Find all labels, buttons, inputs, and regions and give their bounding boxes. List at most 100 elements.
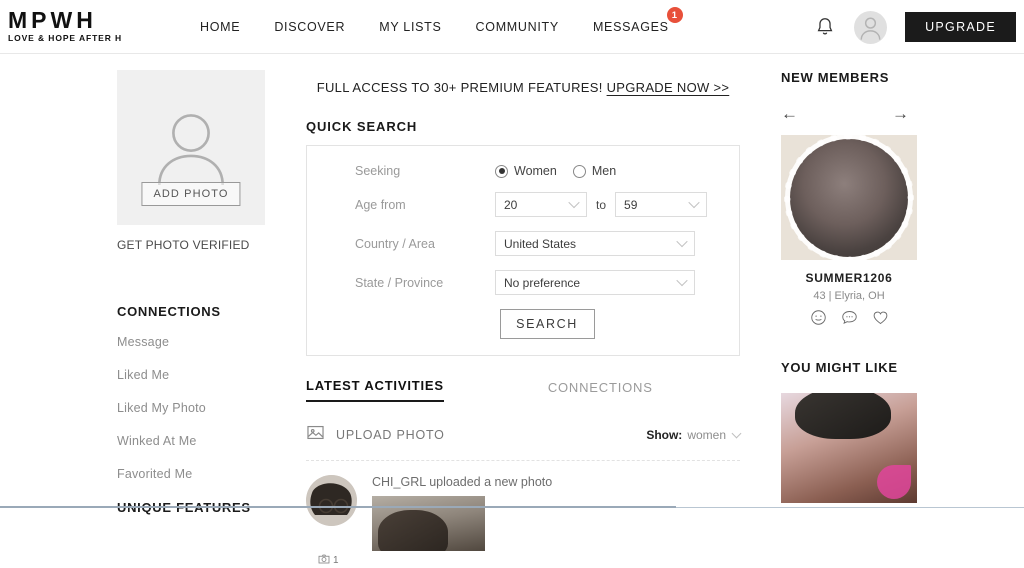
sidebar-item-favorited-me[interactable]: Favorited Me	[117, 467, 265, 481]
suggested-member-photo[interactable]	[781, 393, 917, 503]
age-to-select[interactable]: 59	[615, 192, 708, 217]
nav-label: HOME	[200, 20, 241, 34]
sidebar-item-liked-my-photo[interactable]: Liked My Photo	[117, 401, 265, 415]
upload-photo-button[interactable]: UPLOAD PHOTO	[306, 423, 445, 447]
profile-photo-placeholder[interactable]: ADD PHOTO	[117, 70, 265, 225]
activity-body: CHI_GRL uploaded a new photo	[372, 475, 740, 551]
nav-item-my-lists[interactable]: MY LISTS	[379, 20, 441, 34]
site-logo[interactable]: MPWH LOVE & HOPE AFTER H	[8, 8, 122, 43]
nav-label: MESSAGES	[592, 20, 669, 34]
activity-text[interactable]: CHI_GRL uploaded a new photo	[372, 475, 740, 489]
page-body: ADD PHOTO GET PHOTO VERIFIED CONNECTIONS…	[0, 54, 1024, 566]
feed-tabs: LATEST ACTIVITIES CONNECTIONS	[306, 378, 740, 402]
connections-list: Message Liked Me Liked My Photo Winked A…	[117, 335, 265, 481]
age-from-label: Age from	[355, 197, 406, 212]
nav-item-discover[interactable]: DISCOVER	[274, 20, 345, 34]
activity-item: 1 CHI_GRL uploaded a new photo	[306, 475, 740, 566]
tab-latest-activities[interactable]: LATEST ACTIVITIES	[306, 378, 444, 402]
age-row: Age from 20 to 59	[307, 192, 739, 217]
user-avatar-icon	[860, 17, 881, 40]
nav-item-home[interactable]: HOME	[200, 20, 240, 34]
upload-row: UPLOAD PHOTO Show: women	[306, 423, 742, 447]
add-photo-button[interactable]: ADD PHOTO	[141, 182, 241, 206]
chevron-down-icon	[568, 196, 580, 208]
message-bubble-icon[interactable]	[841, 309, 858, 326]
nav-label: COMMUNITY	[475, 20, 559, 34]
nav-item-community[interactable]: COMMUNITY	[476, 20, 559, 34]
nav-item-messages[interactable]: MESSAGES 1	[592, 7, 683, 34]
photo-count-badge: 1	[318, 553, 339, 568]
sidebar-item-message[interactable]: Message	[117, 335, 265, 349]
wink-smiley-icon[interactable]	[810, 309, 827, 326]
header-actions: UPGRADE	[814, 0, 1024, 54]
connections-heading: CONNECTIONS	[117, 304, 221, 319]
state-row: State / Province No preference	[307, 270, 739, 295]
arrow-left-icon[interactable]: ←	[781, 105, 798, 122]
bell-icon[interactable]	[814, 16, 836, 38]
search-button[interactable]: SEARCH	[499, 309, 595, 339]
new-members-heading: NEW MEMBERS	[781, 70, 890, 85]
heart-icon[interactable]	[872, 309, 889, 326]
tab-connections[interactable]: CONNECTIONS	[548, 380, 653, 402]
country-select[interactable]: United States	[495, 231, 695, 256]
age-from-select[interactable]: 20	[495, 192, 587, 217]
sidebar-item-winked-at-me[interactable]: Winked At Me	[117, 434, 265, 448]
main-content: FULL ACCESS TO 30+ PREMIUM FEATURES! UPG…	[306, 70, 742, 566]
radio-men[interactable]: Men	[572, 164, 617, 178]
chevron-down-icon	[688, 196, 700, 208]
state-value: No preference	[504, 275, 581, 290]
age-from-value: 20	[504, 197, 518, 212]
promo-text: FULL ACCESS TO 30+ PREMIUM FEATURES!	[316, 80, 603, 95]
seeking-label: Seeking	[355, 164, 401, 178]
radio-women-label: Women	[514, 164, 557, 178]
show-filter-value: women	[687, 428, 726, 442]
seeking-row: Seeking Women Men	[307, 164, 739, 178]
carousel-controls: ← →	[781, 105, 909, 122]
country-value: United States	[504, 236, 577, 251]
activity-user-avatar[interactable]	[306, 475, 357, 526]
site-header: MPWH LOVE & HOPE AFTER H HOME DISCOVER M…	[0, 0, 1024, 54]
chevron-down-icon	[676, 274, 688, 286]
arrow-right-icon[interactable]: →	[892, 105, 909, 122]
radio-women[interactable]: Women	[495, 164, 557, 178]
country-row: Country / Area United States	[307, 231, 739, 256]
nav-label: DISCOVER	[274, 20, 346, 34]
activity-photo[interactable]	[372, 496, 485, 551]
photo-count-value: 1	[333, 555, 339, 566]
quick-search-title: QUICK SEARCH	[306, 119, 418, 134]
main-navigation: HOME DISCOVER MY LISTS COMMUNITY MESSAGE…	[200, 0, 683, 54]
nav-label: MY LISTS	[379, 20, 442, 34]
radio-men-input[interactable]	[572, 164, 586, 178]
age-to-label: to	[596, 197, 607, 212]
sidebar-item-liked-me[interactable]: Liked Me	[117, 368, 265, 382]
user-silhouette-icon	[158, 113, 224, 185]
radio-men-label: Men	[591, 164, 617, 178]
new-member-name[interactable]: SUMMER1206	[781, 271, 917, 285]
seeking-options: Women Men	[495, 164, 616, 178]
radio-women-input[interactable]	[495, 164, 508, 178]
avatar[interactable]	[854, 10, 888, 44]
quick-search-form: Seeking Women Men Age from 20 to 59 Coun…	[306, 145, 740, 356]
right-sidebar: NEW MEMBERS ← → SUMMER1206 43 | Elyria, …	[781, 70, 961, 503]
new-member-photo[interactable]	[781, 135, 917, 260]
image-upload-icon	[306, 423, 325, 447]
feed-divider	[306, 460, 740, 461]
logo-text: MPWH	[8, 7, 97, 33]
messages-badge: 1	[666, 7, 683, 23]
upgrade-button[interactable]: UPGRADE	[905, 12, 1016, 42]
chevron-down-icon	[731, 428, 742, 439]
get-photo-verified-link[interactable]: GET PHOTO VERIFIED	[117, 238, 265, 252]
upload-photo-label: UPLOAD PHOTO	[336, 428, 445, 442]
new-member-meta: 43 | Elyria, OH	[813, 290, 885, 302]
state-select[interactable]: No preference	[495, 270, 695, 295]
upgrade-now-link[interactable]: UPGRADE NOW >>	[607, 80, 730, 95]
country-label: Country / Area	[355, 236, 435, 251]
search-row: SEARCH	[307, 309, 739, 339]
show-filter-label: Show:	[646, 428, 683, 442]
scroll-progress-thumb[interactable]	[0, 506, 676, 508]
show-filter-dropdown[interactable]: Show: women	[646, 428, 742, 442]
promo-banner: FULL ACCESS TO 30+ PREMIUM FEATURES! UPG…	[306, 70, 740, 95]
left-sidebar: ADD PHOTO GET PHOTO VERIFIED CONNECTIONS…	[117, 70, 265, 515]
chevron-down-icon	[676, 235, 688, 247]
activity-avatar-wrap: 1	[306, 475, 357, 566]
